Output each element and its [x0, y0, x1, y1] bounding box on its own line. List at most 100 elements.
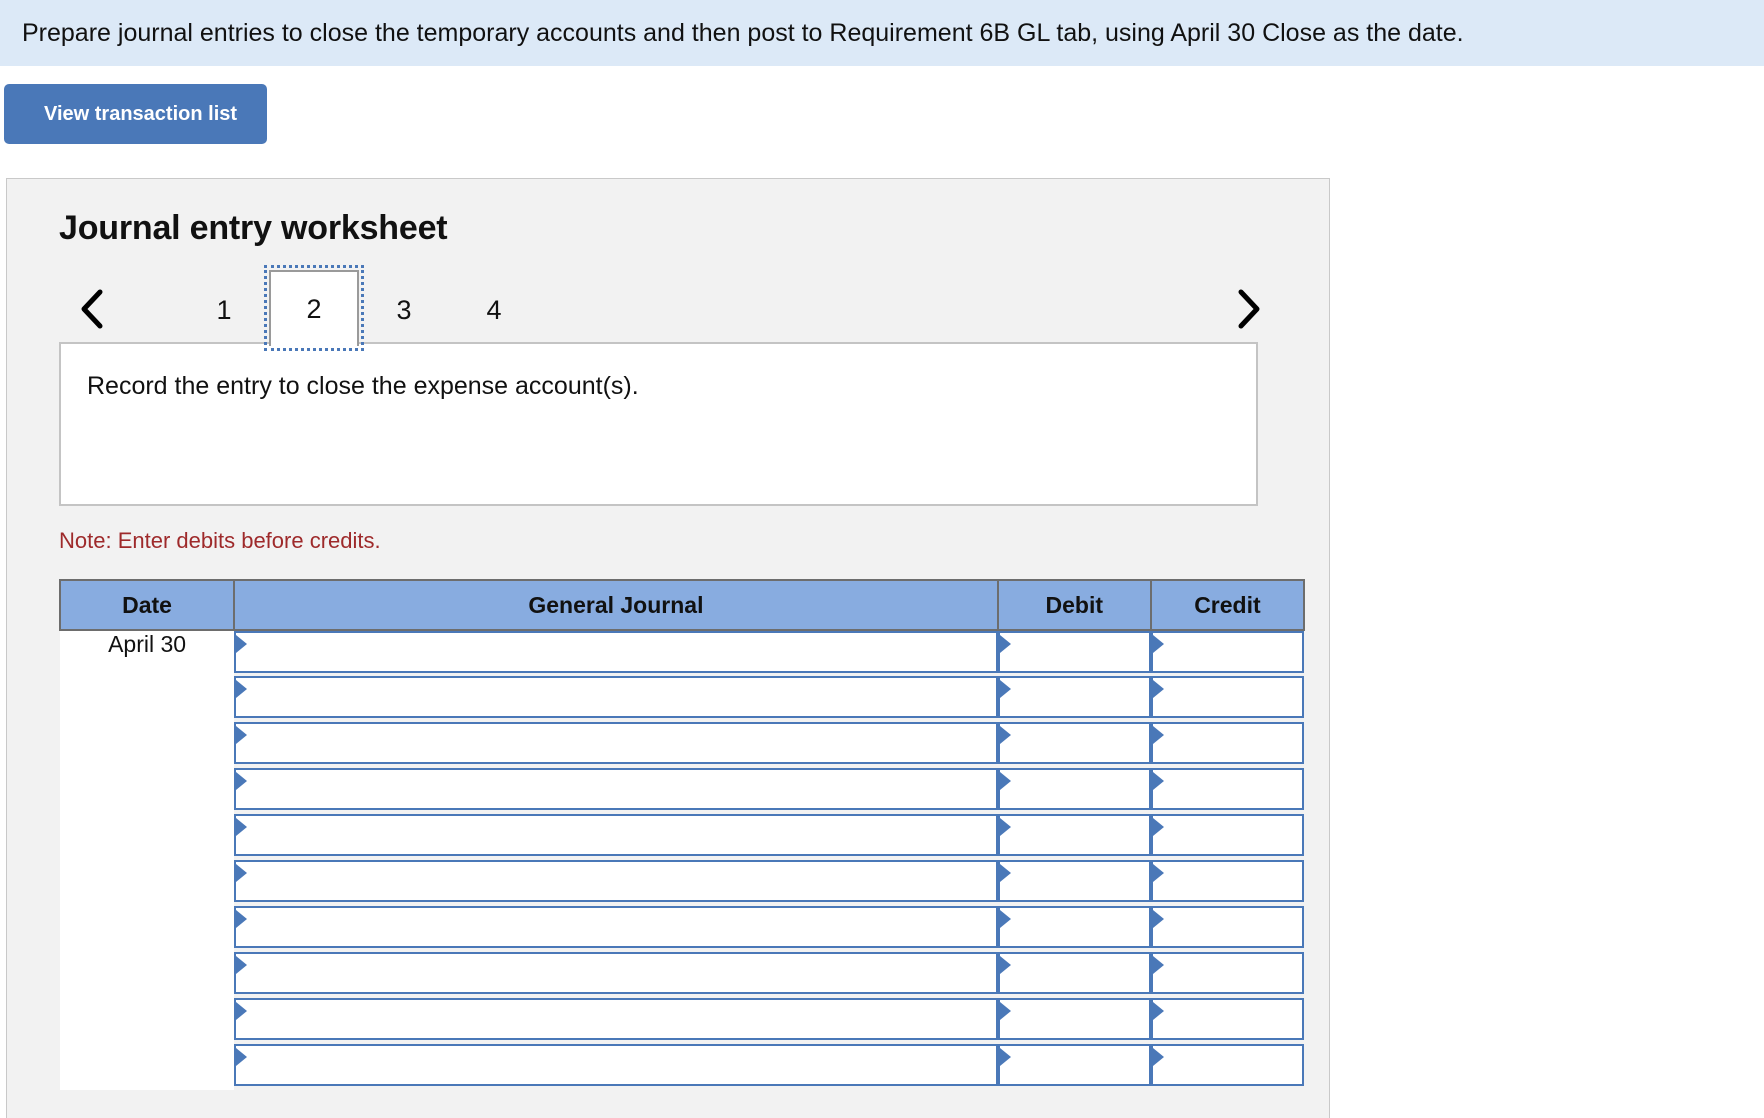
general-journal-cell[interactable]: [234, 722, 998, 768]
credit-cell[interactable]: [1150, 630, 1304, 676]
credit-cell[interactable]: [1150, 768, 1304, 814]
date-cell[interactable]: [60, 722, 235, 768]
dropdown-arrow-icon: [236, 1048, 248, 1066]
worksheet-tab-list: 1 2 3 4: [179, 265, 539, 351]
dropdown-arrow-icon: [1152, 772, 1164, 790]
table-row: [60, 952, 1304, 998]
view-transaction-list-button[interactable]: View transaction list: [4, 84, 268, 144]
entry-description-text: Record the entry to close the expense ac…: [87, 372, 639, 400]
dropdown-arrow-icon: [999, 910, 1011, 928]
dropdown-arrow-icon: [1152, 910, 1164, 928]
debit-cell[interactable]: [997, 1044, 1151, 1090]
debits-before-credits-note: Note: Enter debits before credits.: [59, 528, 381, 553]
date-cell[interactable]: [60, 952, 235, 998]
table-header-row: Date General Journal Debit Credit: [58, 579, 1306, 631]
debit-cell[interactable]: [997, 722, 1151, 768]
date-cell[interactable]: [60, 906, 235, 952]
dropdown-arrow-icon: [999, 635, 1011, 653]
dropdown-arrow-icon: [236, 726, 248, 744]
table-row: [60, 906, 1304, 952]
credit-cell[interactable]: [1150, 1044, 1304, 1090]
dropdown-arrow-icon: [1152, 680, 1164, 698]
toolbar: View transaction list: [0, 66, 1764, 144]
dropdown-arrow-icon: [999, 1048, 1011, 1066]
column-header-credit: Credit: [1149, 579, 1306, 631]
tab-entry-2[interactable]: 2: [264, 265, 364, 351]
chevron-right-icon: [1234, 287, 1262, 331]
date-cell[interactable]: April 30: [60, 630, 235, 676]
date-cell[interactable]: [60, 676, 235, 722]
instruction-text: Prepare journal entries to close the tem…: [22, 19, 1464, 47]
general-journal-cell[interactable]: [234, 814, 998, 860]
credit-cell[interactable]: [1150, 998, 1304, 1044]
general-journal-cell[interactable]: [234, 1044, 998, 1090]
date-cell[interactable]: [60, 998, 235, 1044]
dropdown-arrow-icon: [236, 956, 248, 974]
general-journal-cell[interactable]: [234, 676, 998, 722]
dropdown-arrow-icon: [1152, 1048, 1164, 1066]
previous-entry-button[interactable]: [69, 284, 115, 334]
table-row: April 30: [60, 630, 1304, 676]
dropdown-arrow-icon: [1152, 864, 1164, 882]
debit-cell[interactable]: [997, 952, 1151, 998]
debit-cell[interactable]: [997, 860, 1151, 906]
credit-cell[interactable]: [1150, 906, 1304, 952]
table-row: [60, 722, 1304, 768]
table-body: April 30: [60, 630, 1304, 1090]
dropdown-arrow-icon: [1152, 726, 1164, 744]
general-journal-cell[interactable]: [234, 998, 998, 1044]
next-entry-button[interactable]: [1225, 284, 1271, 334]
dropdown-arrow-icon: [1152, 818, 1164, 836]
date-cell[interactable]: [60, 814, 235, 860]
credit-cell[interactable]: [1150, 952, 1304, 998]
debit-cell[interactable]: [997, 998, 1151, 1044]
column-header-debit: Debit: [996, 579, 1152, 631]
instruction-banner: Prepare journal entries to close the tem…: [0, 0, 1764, 66]
table-row: [60, 860, 1304, 906]
dropdown-arrow-icon: [236, 1002, 248, 1020]
dropdown-arrow-icon: [236, 910, 248, 928]
credit-cell[interactable]: [1150, 676, 1304, 722]
table-row: [60, 676, 1304, 722]
dropdown-arrow-icon: [999, 956, 1011, 974]
debit-cell[interactable]: [997, 676, 1151, 722]
table-row: [60, 998, 1304, 1044]
tab-entry-1[interactable]: 1: [179, 284, 269, 336]
entry-description-box: Record the entry to close the expense ac…: [59, 342, 1258, 506]
general-journal-cell[interactable]: [234, 630, 998, 676]
dropdown-arrow-icon: [1152, 635, 1164, 653]
general-journal-table: Date General Journal Debit Credit April …: [58, 579, 1306, 1090]
date-cell[interactable]: [60, 860, 235, 906]
dropdown-arrow-icon: [1152, 1002, 1164, 1020]
tab-entry-4[interactable]: 4: [449, 284, 539, 336]
debit-cell[interactable]: [997, 814, 1151, 860]
dropdown-arrow-icon: [236, 864, 248, 882]
general-journal-cell[interactable]: [234, 860, 998, 906]
general-journal-cell[interactable]: [234, 768, 998, 814]
dropdown-arrow-icon: [999, 772, 1011, 790]
tab-entry-3[interactable]: 3: [359, 284, 449, 336]
dropdown-arrow-icon: [999, 818, 1011, 836]
dropdown-arrow-icon: [1152, 956, 1164, 974]
chevron-left-icon: [78, 287, 106, 331]
dropdown-arrow-icon: [999, 680, 1011, 698]
table-row: [60, 1044, 1304, 1090]
debit-cell[interactable]: [997, 906, 1151, 952]
dropdown-arrow-icon: [999, 864, 1011, 882]
dropdown-arrow-icon: [999, 1002, 1011, 1020]
dropdown-arrow-icon: [236, 680, 248, 698]
credit-cell[interactable]: [1150, 814, 1304, 860]
column-header-date: Date: [58, 579, 236, 631]
journal-entry-worksheet-panel: Journal entry worksheet 1 2 3 4 Record t…: [6, 178, 1330, 1118]
general-journal-cell[interactable]: [234, 952, 998, 998]
general-journal-cell[interactable]: [234, 906, 998, 952]
debit-cell[interactable]: [997, 768, 1151, 814]
table-row: [60, 814, 1304, 860]
date-cell[interactable]: [60, 768, 235, 814]
credit-cell[interactable]: [1150, 860, 1304, 906]
debit-cell[interactable]: [997, 630, 1151, 676]
dropdown-arrow-icon: [236, 818, 248, 836]
date-cell[interactable]: [60, 1044, 235, 1090]
page-title: Journal entry worksheet: [59, 209, 448, 247]
credit-cell[interactable]: [1150, 722, 1304, 768]
